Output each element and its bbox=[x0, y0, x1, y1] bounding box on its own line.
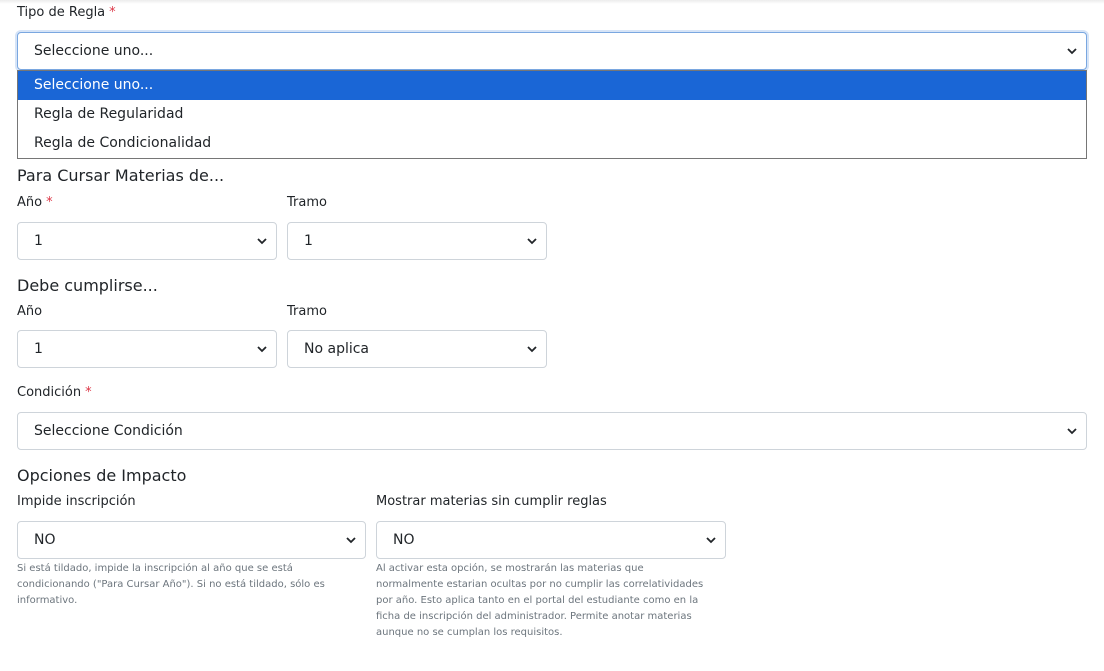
para-cursar-tramo-select[interactable]: 1 bbox=[287, 222, 547, 260]
condicion-select[interactable]: Seleccione Condición bbox=[17, 412, 1087, 450]
impide-inscripcion-help: Si está tildado, impide la inscripción a… bbox=[17, 561, 362, 609]
mostrar-materias-help: Al activar esta opción, se mostrarán las… bbox=[376, 561, 736, 641]
help-line: normalmente estarian ocultas por no cump… bbox=[376, 579, 704, 590]
tipo-regla-dropdown-list: Seleccione uno... Regla de Regularidad R… bbox=[17, 70, 1087, 159]
impide-inscripcion-value: NO bbox=[34, 532, 56, 548]
chevron-down-icon bbox=[257, 346, 267, 353]
tipo-regla-select[interactable]: Seleccione uno... bbox=[17, 32, 1087, 70]
required-mark: * bbox=[46, 195, 53, 210]
dropdown-option-regularidad[interactable]: Regla de Regularidad bbox=[18, 100, 1086, 129]
tipo-regla-label: Tipo de Regla * bbox=[17, 5, 116, 20]
debe-cumplirse-heading: Debe cumplirse... bbox=[17, 276, 158, 295]
top-shadow bbox=[0, 0, 1104, 4]
mostrar-materias-label: Mostrar materias sin cumplir reglas bbox=[376, 494, 607, 509]
impide-inscripcion-select[interactable]: NO bbox=[17, 521, 366, 559]
help-line: por año. Esto aplica tanto en el portal … bbox=[376, 595, 699, 606]
tipo-regla-selected-value: Seleccione uno... bbox=[34, 43, 154, 59]
para-cursar-tramo-label: Tramo bbox=[287, 195, 327, 210]
help-line: Al activar esta opción, se mostrarán las… bbox=[376, 563, 644, 574]
para-cursar-heading: Para Cursar Materias de... bbox=[17, 166, 225, 185]
chevron-down-icon bbox=[346, 537, 356, 544]
mostrar-materias-value: NO bbox=[393, 532, 415, 548]
condicion-label: Condición * bbox=[17, 385, 92, 400]
debe-cumplirse-anio-select[interactable]: 1 bbox=[17, 330, 277, 368]
chevron-down-icon bbox=[527, 238, 537, 245]
debe-cumplirse-tramo-value: No aplica bbox=[304, 341, 370, 357]
tipo-regla-label-text: Tipo de Regla bbox=[17, 5, 106, 20]
dropdown-option-condicionalidad[interactable]: Regla de Condicionalidad bbox=[18, 129, 1086, 158]
para-cursar-tramo-value: 1 bbox=[304, 233, 313, 249]
help-line: aunque no se cumplan los requisitos. bbox=[376, 627, 563, 638]
impide-inscripcion-label: Impide inscripción bbox=[17, 494, 136, 509]
chevron-down-icon bbox=[257, 238, 267, 245]
required-mark: * bbox=[85, 385, 92, 400]
debe-cumplirse-tramo-select[interactable]: No aplica bbox=[287, 330, 547, 368]
required-mark: * bbox=[109, 5, 116, 20]
condicion-selected-value: Seleccione Condición bbox=[34, 423, 183, 439]
chevron-down-icon bbox=[706, 537, 716, 544]
chevron-down-icon bbox=[1067, 48, 1077, 55]
para-cursar-anio-label: Año * bbox=[17, 195, 53, 210]
help-line: ficha de inscripción del administrador. … bbox=[376, 611, 692, 622]
debe-cumplirse-tramo-label: Tramo bbox=[287, 304, 327, 319]
mostrar-materias-select[interactable]: NO bbox=[376, 521, 726, 559]
opciones-impacto-heading: Opciones de Impacto bbox=[17, 466, 187, 485]
help-line: informativo. bbox=[17, 595, 78, 606]
para-cursar-anio-label-text: Año bbox=[17, 195, 43, 210]
chevron-down-icon bbox=[527, 346, 537, 353]
chevron-down-icon bbox=[1067, 428, 1077, 435]
dropdown-option-seleccione[interactable]: Seleccione uno... bbox=[18, 71, 1086, 100]
help-line: Si está tildado, impide la inscripción a… bbox=[17, 563, 293, 574]
condicion-label-text: Condición bbox=[17, 385, 82, 400]
para-cursar-anio-value: 1 bbox=[34, 233, 43, 249]
help-line: condicionando ("Para Cursar Año"). Si no… bbox=[17, 579, 325, 590]
debe-cumplirse-anio-label: Año bbox=[17, 304, 43, 319]
debe-cumplirse-anio-value: 1 bbox=[34, 341, 43, 357]
para-cursar-anio-select[interactable]: 1 bbox=[17, 222, 277, 260]
